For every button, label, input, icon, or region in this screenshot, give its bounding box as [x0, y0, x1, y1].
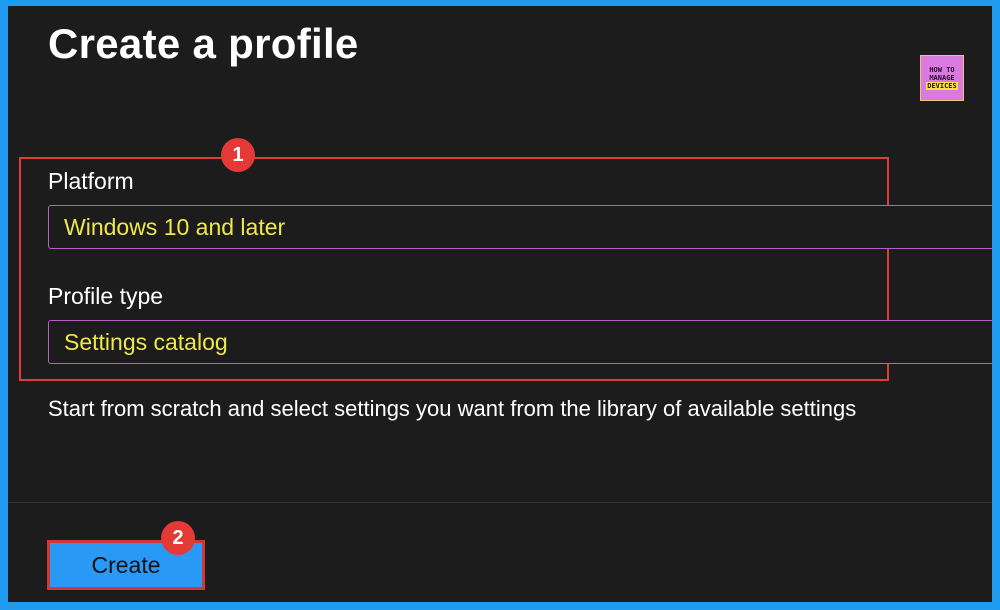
platform-select-value: Windows 10 and later — [64, 213, 286, 240]
annotation-badge-2: 2 — [161, 521, 195, 555]
platform-label: Platform — [48, 168, 134, 194]
platform-select[interactable]: Windows 10 and later — [48, 205, 992, 249]
profile-type-description: Start from scratch and select settings y… — [48, 396, 857, 421]
logo-line-3: DEVICES — [926, 82, 958, 90]
logo-line-2: MANAGE — [929, 74, 955, 82]
logo-line-1: HOW TO — [929, 66, 955, 74]
profile-type-select-value: Settings catalog — [64, 328, 228, 355]
dialog-panel: Create a profile HOW TO MANAGE DEVICES 1… — [8, 6, 992, 602]
how-to-manage-devices-logo: HOW TO MANAGE DEVICES — [920, 55, 964, 101]
profile-type-label: Profile type — [48, 283, 164, 309]
annotation-badge-1: 1 — [221, 138, 255, 172]
page-title: Create a profile — [48, 20, 359, 67]
footer-divider — [8, 502, 992, 503]
profile-type-select[interactable]: Settings catalog — [48, 320, 992, 364]
